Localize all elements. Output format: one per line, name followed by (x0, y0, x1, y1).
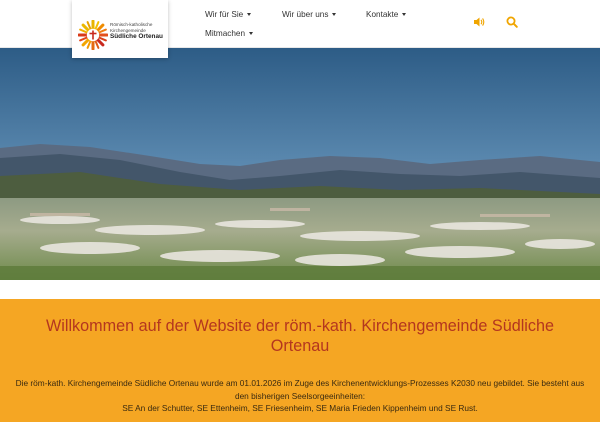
nav-item-label: Wir über uns (282, 10, 329, 19)
nav-item-kontakte[interactable]: Kontakte (366, 10, 407, 19)
nav-item-mitmachen[interactable]: Mitmachen (205, 29, 254, 38)
welcome-text: Die röm-kath. Kirchengemeinde Südliche O… (8, 377, 592, 415)
nav-item-wir-ueber-uns[interactable]: Wir über uns (282, 10, 337, 19)
hero-landscape-image (0, 48, 600, 280)
chevron-down-icon (247, 13, 252, 16)
nav-item-label: Wir für Sie (205, 10, 244, 19)
chevron-down-icon (249, 32, 254, 35)
site-header: Römisch-katholische Kirchengemeinde Südl… (0, 0, 600, 58)
welcome-paragraph-2: SE An der Schutter, SE Ettenheim, SE Fri… (122, 403, 478, 414)
search-icon[interactable] (505, 15, 519, 29)
speaker-icon[interactable] (472, 15, 486, 29)
site-logo[interactable]: Römisch-katholische Kirchengemeinde Südl… (72, 0, 168, 58)
parish-logo-icon (78, 20, 108, 50)
chevron-down-icon (332, 13, 337, 16)
nav-item-wir-fuer-sie[interactable]: Wir für Sie (205, 10, 252, 19)
nav-item-label: Kontakte (366, 10, 399, 19)
welcome-title: Willkommen auf der Website der röm.-kath… (45, 317, 555, 355)
nav-item-label: Mitmachen (205, 29, 246, 38)
section-spacer (0, 280, 600, 299)
logo-wordmark: Römisch-katholische Kirchengemeinde Südl… (110, 22, 166, 40)
chevron-down-icon (402, 13, 407, 16)
welcome-paragraph-1: Die röm-kath. Kirchengemeinde Südliche O… (15, 378, 585, 401)
logo-line-3: Südliche Ortenau (110, 33, 163, 41)
